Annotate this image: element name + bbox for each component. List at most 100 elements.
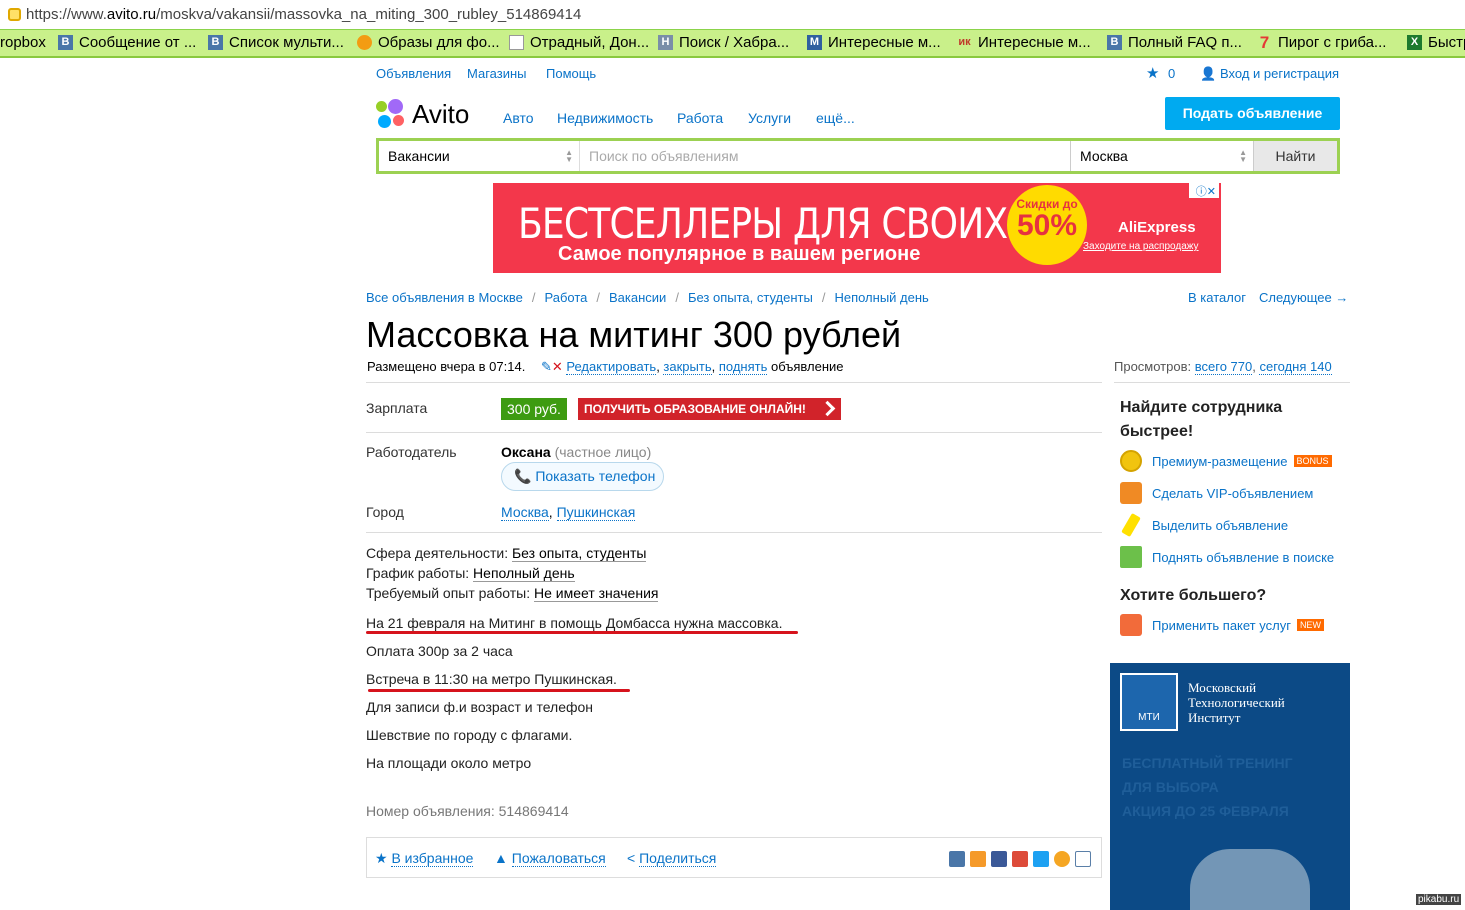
breadcrumb-item[interactable]: Вакансии xyxy=(609,290,666,305)
edit-link[interactable]: Редактировать xyxy=(566,359,657,375)
bookmark[interactable]: B Полный FAQ п... xyxy=(1107,34,1242,51)
nav-jobs[interactable]: Работа xyxy=(677,110,723,126)
sidebar-item-package[interactable]: Применить пакет услуг NEW xyxy=(1120,612,1324,638)
select-arrows-icon: ▲ ▼ xyxy=(565,148,573,164)
bonus-badge: BONUS xyxy=(1293,455,1332,467)
schedule-value[interactable]: Неполный день xyxy=(473,565,575,582)
ad-number-value: 514869414 xyxy=(498,803,569,819)
catalog-link[interactable]: В каталог xyxy=(1188,290,1246,305)
breadcrumb-item[interactable]: Неполный день xyxy=(834,290,928,305)
login-link[interactable]: Вход и регистрация xyxy=(1220,66,1339,81)
vk-share-icon[interactable] xyxy=(949,851,965,867)
bookmark[interactable]: Отрадный, Дон... xyxy=(509,34,649,51)
search-button[interactable]: Найти xyxy=(1253,141,1337,171)
bookmarks-bar: ropbox B Сообщение от ... B Список мульти.… xyxy=(0,30,1465,58)
facebook-share-icon[interactable] xyxy=(991,851,1007,867)
mti-banner[interactable]: МТИ Московский Технологический Институт … xyxy=(1110,663,1350,910)
employer-info: Оксана (частное лицо) xyxy=(501,444,651,460)
description-line: Шевствие по городу с флагами. xyxy=(366,727,573,743)
bookmark[interactable]: H Поиск / Хабра... xyxy=(658,34,789,51)
experience-row: Требуемый опыт работы: Не имеет значения xyxy=(366,585,659,602)
bookmark[interactable]: X Быстр xyxy=(1407,34,1465,51)
address-bar[interactable]: https://www.avito.ru/moskva/vakansii/mas… xyxy=(0,0,1465,30)
post-ad-button[interactable]: Подать объявление xyxy=(1165,97,1340,130)
search-input[interactable]: Поиск по объявлениям xyxy=(580,141,1070,171)
bookmark[interactable]: Образы для фо... xyxy=(357,34,500,51)
show-phone-label: Показать телефон xyxy=(535,468,656,484)
city-link[interactable]: Москва xyxy=(501,504,549,521)
ad-word: объявление xyxy=(770,359,844,374)
nav-shops[interactable]: Магазины xyxy=(467,66,527,81)
mti-promo: БЕСПЛАТНЫЙ ТРЕНИНГ ДЛЯ ВЫБОРА АКЦИЯ ДО 25 … xyxy=(1122,751,1293,823)
employer-name: Оксана xyxy=(501,444,551,460)
star-icon[interactable]: ★ xyxy=(1146,64,1159,82)
sidebar-item-highlight[interactable]: Выделить объявление xyxy=(1120,512,1288,538)
category-value: Вакансии xyxy=(388,148,450,164)
nav-realty[interactable]: Недвижимость xyxy=(557,110,653,126)
city-select[interactable]: Москва ▲ ▼ xyxy=(1070,141,1253,171)
posted-date: Размещено вчера в 07:14. xyxy=(367,359,526,374)
nav-help[interactable]: Помощь xyxy=(546,66,596,81)
gplus-share-icon[interactable] xyxy=(1012,851,1028,867)
breadcrumb: Все объявления в Москве / Работа / Вакансии /… xyxy=(366,290,929,305)
bookmark[interactable]: M Интересные м... xyxy=(807,34,941,51)
bookmark-label: Сообщение от ... xyxy=(79,34,197,51)
employer-label: Работодатель xyxy=(366,444,457,460)
url-path: /moskva/vakansii/massovka_na_miting_300_… xyxy=(156,6,582,23)
favorite-button[interactable]: ★ В избранное xyxy=(375,850,474,867)
bookmark-label: Образы для фо... xyxy=(378,34,500,51)
twitter-share-icon[interactable] xyxy=(1033,851,1049,867)
bookmark[interactable]: 7 Пирог с гриба... xyxy=(1257,34,1387,51)
views-today[interactable]: сегодня 140 xyxy=(1259,359,1332,375)
livejournal-share-icon[interactable] xyxy=(1075,851,1091,867)
ad-number-label: Номер объявления: xyxy=(366,803,495,819)
description-line: Оплата 300р за 2 часа xyxy=(366,643,513,659)
search-bar: Вакансии ▲ ▼ Поиск по объявлениям Москва ▲ ▼… xyxy=(376,138,1340,174)
views-label: Просмотров: xyxy=(1114,359,1192,374)
report-button[interactable]: ▲ Пожаловаться xyxy=(494,850,606,867)
mailru-share-icon[interactable] xyxy=(1054,851,1070,867)
share-label: Поделиться xyxy=(639,850,717,867)
next-link[interactable]: Следующее → xyxy=(1259,290,1348,305)
breadcrumb-item[interactable]: Все объявления в Москве xyxy=(366,290,523,305)
bookmark-label: Интересные м... xyxy=(828,34,941,51)
breadcrumb-item[interactable]: Работа xyxy=(544,290,587,305)
adchoices-icon[interactable]: ⓘ✕ xyxy=(1189,183,1219,198)
share-button[interactable]: < Поделиться xyxy=(627,850,717,867)
nav-services[interactable]: Услуги xyxy=(748,110,791,126)
ik-icon: ик xyxy=(958,36,971,48)
banner-title: БЕСТСЕЛЛЕРЫ ДЛЯ СВОИХ xyxy=(518,199,1008,248)
bookmark[interactable]: B Список мульти... xyxy=(208,34,344,51)
bookmark-label: Полный FAQ п... xyxy=(1128,34,1242,51)
close-link[interactable]: закрыть xyxy=(663,359,712,375)
vk-icon: B xyxy=(1107,35,1122,50)
raise-link[interactable]: поднять xyxy=(718,359,768,375)
sidebar-item-raise[interactable]: Поднять объявление в поиске xyxy=(1120,544,1334,570)
bookmark[interactable]: ик Интересные м... xyxy=(957,34,1090,51)
nav-ads[interactable]: Объявления xyxy=(376,66,451,81)
ok-share-icon[interactable] xyxy=(970,851,986,867)
breadcrumb-item[interactable]: Без опыта, студенты xyxy=(688,290,813,305)
experience-value[interactable]: Не имеет значения xyxy=(533,585,659,602)
bookmark[interactable]: B Сообщение от ... xyxy=(58,34,196,51)
lock-icon xyxy=(8,8,21,21)
page-icon xyxy=(509,35,524,50)
avito-logo[interactable]: Avito xyxy=(376,98,469,130)
aliexpress-logo: AliExpress xyxy=(1118,219,1196,236)
nav-auto[interactable]: Авто xyxy=(503,110,534,126)
nav-more[interactable]: ещё... xyxy=(816,110,855,126)
favorites-count[interactable]: 0 xyxy=(1168,66,1175,81)
education-banner[interactable]: ПОЛУЧИТЬ ОБРАЗОВАНИЕ ОНЛАЙН! xyxy=(578,398,841,420)
sidebar-item-vip[interactable]: Сделать VIP-объявлением xyxy=(1120,480,1313,506)
category-select[interactable]: Вакансии ▲ ▼ xyxy=(379,141,580,171)
habr-icon: H xyxy=(658,35,673,50)
show-phone-button[interactable]: 📞 Показать телефон xyxy=(501,462,664,491)
sidebar-item-premium[interactable]: Премиум-размещение BONUS xyxy=(1120,448,1332,474)
vk-icon: B xyxy=(58,35,73,50)
marker-icon xyxy=(1121,512,1141,538)
sphere-value[interactable]: Без опыта, студенты xyxy=(511,545,647,562)
views-total[interactable]: всего 770 xyxy=(1194,359,1253,375)
ad-banner[interactable]: БЕСТСЕЛЛЕРЫ ДЛЯ СВОИХ Самое популярное в… xyxy=(493,183,1221,273)
bookmark[interactable]: ropbox xyxy=(0,34,46,51)
metro-link[interactable]: Пушкинская xyxy=(556,504,636,521)
